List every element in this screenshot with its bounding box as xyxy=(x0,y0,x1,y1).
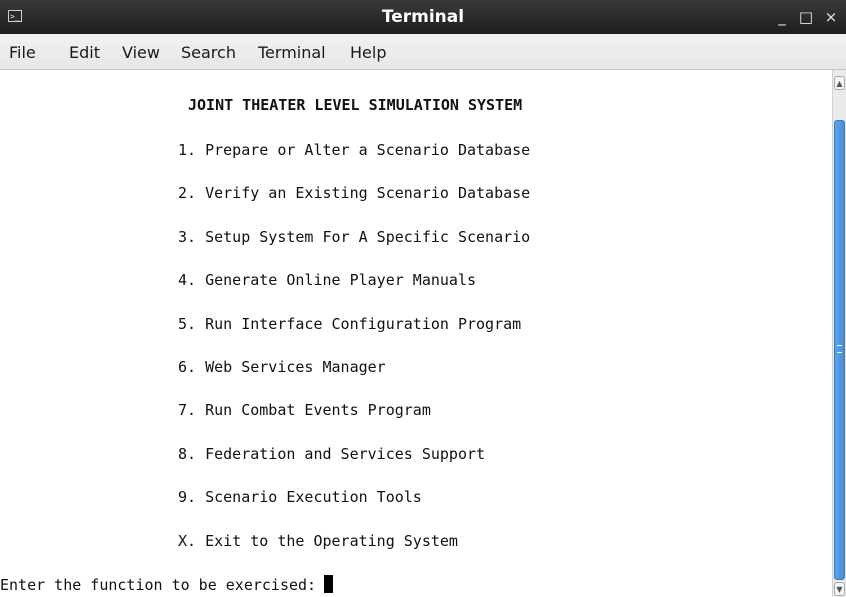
option-exit: X. Exit to the Operating System xyxy=(178,532,458,550)
menu-bar: File Edit View Search Terminal Help xyxy=(0,34,846,70)
menu-view[interactable]: View xyxy=(122,43,160,62)
option-7: 7. Run Combat Events Program xyxy=(178,401,431,419)
option-5: 5. Run Interface Configuration Program xyxy=(178,315,522,333)
title-bar[interactable]: >_ Terminal _ □ × xyxy=(0,0,846,34)
close-button[interactable]: × xyxy=(822,6,840,28)
option-3: 3. Setup System For A Specific Scenario xyxy=(178,228,531,246)
maximize-button[interactable]: □ xyxy=(797,6,815,28)
menu-help[interactable]: Help xyxy=(350,43,386,62)
window-title: Terminal xyxy=(381,7,465,27)
vertical-scrollbar[interactable]: ▲ ▼ xyxy=(832,70,846,597)
grip-icon xyxy=(837,345,842,353)
menu-file[interactable]: File xyxy=(9,43,36,62)
menu-search[interactable]: Search xyxy=(181,43,236,62)
terminal-output[interactable]: JOINT THEATER LEVEL SIMULATION SYSTEM 1.… xyxy=(0,70,832,597)
option-1: 1. Prepare or Alter a Scenario Database xyxy=(178,141,531,159)
menu-heading: JOINT THEATER LEVEL SIMULATION SYSTEM xyxy=(188,96,523,114)
prompt-text: Enter the function to be exercised: xyxy=(0,576,317,594)
prompt-line[interactable]: Enter the function to be exercised: xyxy=(0,575,334,594)
option-4: 4. Generate Online Player Manuals xyxy=(178,271,477,289)
option-9: 9. Scenario Execution Tools xyxy=(178,488,422,506)
menu-edit[interactable]: Edit xyxy=(69,43,100,62)
scroll-up-icon[interactable]: ▲ xyxy=(834,76,845,90)
scroll-thumb[interactable] xyxy=(834,120,845,580)
option-2: 2. Verify an Existing Scenario Database xyxy=(178,184,531,202)
option-8: 8. Federation and Services Support xyxy=(178,445,486,463)
minimize-button[interactable]: _ xyxy=(773,6,791,28)
menu-terminal[interactable]: Terminal xyxy=(258,43,326,62)
scroll-down-icon[interactable]: ▼ xyxy=(834,582,845,596)
text-cursor xyxy=(324,575,334,593)
option-6: 6. Web Services Manager xyxy=(178,358,386,376)
